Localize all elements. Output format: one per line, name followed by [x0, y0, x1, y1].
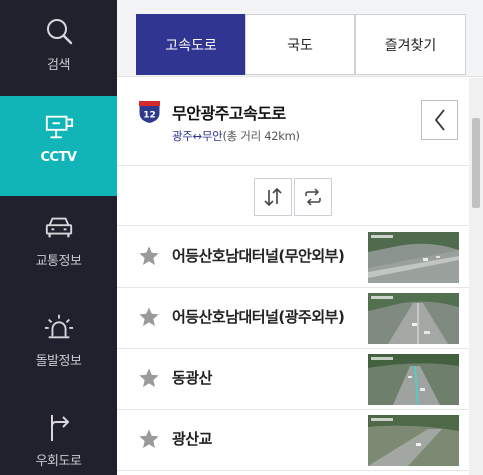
route-distance: (총 거리 42km): [222, 129, 300, 143]
sidebar-item-traffic-info[interactable]: 교통정보: [0, 196, 117, 296]
sidebar-item-label: 돌발정보: [35, 354, 82, 369]
cctv-thumbnail[interactable]: [368, 232, 459, 283]
cctv-name: 어등산호남대터널(광주외부): [172, 308, 345, 326]
cctv-name: 동광산: [172, 369, 212, 387]
cctv-name: 어등산호남대터널(무안외부): [172, 247, 345, 265]
route-number: 12: [143, 111, 156, 121]
detour-arrow-icon: [44, 412, 74, 442]
cctv-thumbnail[interactable]: [368, 354, 459, 405]
favorite-star-icon[interactable]: [138, 245, 160, 267]
cctv-icon: [44, 112, 74, 142]
sidebar-item-label: 교통정보: [35, 254, 82, 269]
sidebar-item-label: 우회도로: [35, 454, 82, 469]
route-subtitle: 광주↔무안(총 거리 42km): [172, 128, 300, 144]
car-icon: [44, 212, 74, 242]
road-type-tabs: 고속도로 국도 즐겨찾기: [117, 0, 483, 77]
sort-direction-button[interactable]: [254, 178, 292, 216]
tab-national-road[interactable]: 국도: [245, 14, 355, 75]
app-root: 검색 CCTV 교통정보 돌발정보 우회도로 고속도로 국도 즐겨찾기 12 무…: [0, 0, 483, 475]
sidebar-item-detour[interactable]: 우회도로: [0, 396, 117, 475]
list-scrollbar[interactable]: [469, 78, 483, 475]
cctv-name: 광산교: [172, 430, 212, 448]
sort-arrows-icon: [264, 187, 282, 207]
cctv-thumbnail[interactable]: [368, 415, 459, 466]
cctv-list-item[interactable]: 어등산호남대터널(광주외부): [117, 288, 469, 349]
cctv-thumbnail[interactable]: [368, 293, 459, 344]
alert-light-icon: [44, 312, 74, 342]
route-header: 12 무안광주고속도로 광주↔무안(총 거리 42km): [117, 78, 469, 166]
sidebar-item-search[interactable]: 검색: [0, 0, 117, 100]
cctv-list: 어등산호남대터널(무안외부) 어등산호남대터널(광주외부) 동광산 광산교: [117, 227, 469, 471]
search-icon: [44, 16, 74, 46]
back-button[interactable]: [421, 100, 458, 140]
route-title: 무안광주고속도로: [172, 104, 286, 123]
cctv-list-item[interactable]: 광산교: [117, 410, 469, 471]
list-controls: [117, 166, 469, 226]
route-section: 광주↔무안: [172, 129, 223, 143]
main-panel: 고속도로 국도 즐겨찾기 12 무안광주고속도로 광주↔무안(총 거리 42km…: [117, 0, 483, 475]
cctv-list-item[interactable]: 어등산호남대터널(무안외부): [117, 227, 469, 288]
scrollbar-thumb[interactable]: [472, 118, 480, 208]
sidebar-nav: 검색 CCTV 교통정보 돌발정보 우회도로: [0, 0, 117, 475]
repeat-icon: [305, 188, 321, 206]
sidebar-item-cctv[interactable]: CCTV: [0, 96, 117, 196]
favorite-star-icon[interactable]: [138, 306, 160, 328]
tab-expressway[interactable]: 고속도로: [136, 14, 246, 75]
sidebar-item-incident-info[interactable]: 돌발정보: [0, 296, 117, 396]
chevron-left-icon: [434, 109, 445, 131]
sidebar-item-label: 검색: [47, 58, 70, 73]
sidebar-item-label: CCTV: [40, 150, 77, 165]
route-shield-icon: 12: [138, 100, 161, 124]
cctv-list-item[interactable]: 동광산: [117, 349, 469, 410]
favorite-star-icon[interactable]: [138, 428, 160, 450]
tab-favorites[interactable]: 즐겨찾기: [355, 14, 466, 75]
favorite-star-icon[interactable]: [138, 367, 160, 389]
refresh-button[interactable]: [294, 178, 332, 216]
